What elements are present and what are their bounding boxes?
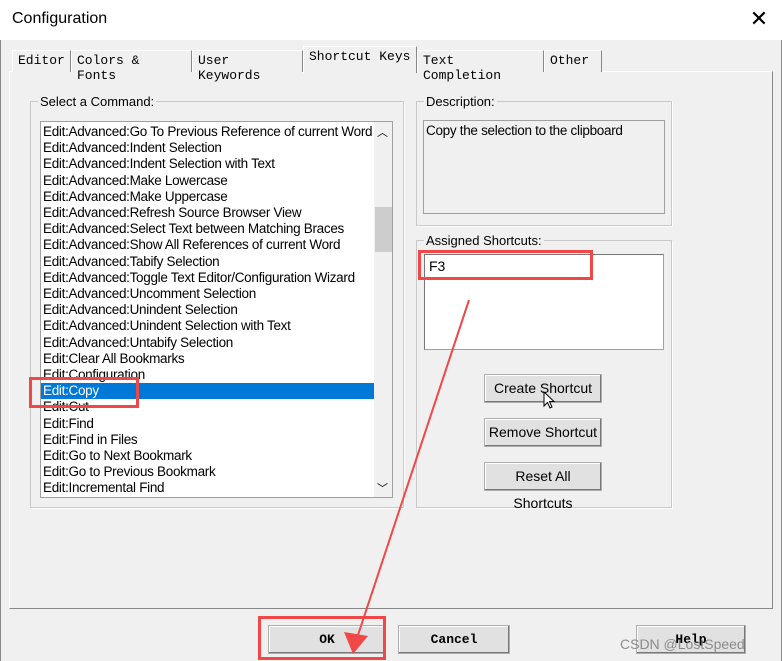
tab-shortcut-keys[interactable]: Shortcut Keys (303, 46, 417, 73)
annotation-arrow (344, 299, 470, 654)
mouse-cursor-icon (543, 391, 556, 409)
